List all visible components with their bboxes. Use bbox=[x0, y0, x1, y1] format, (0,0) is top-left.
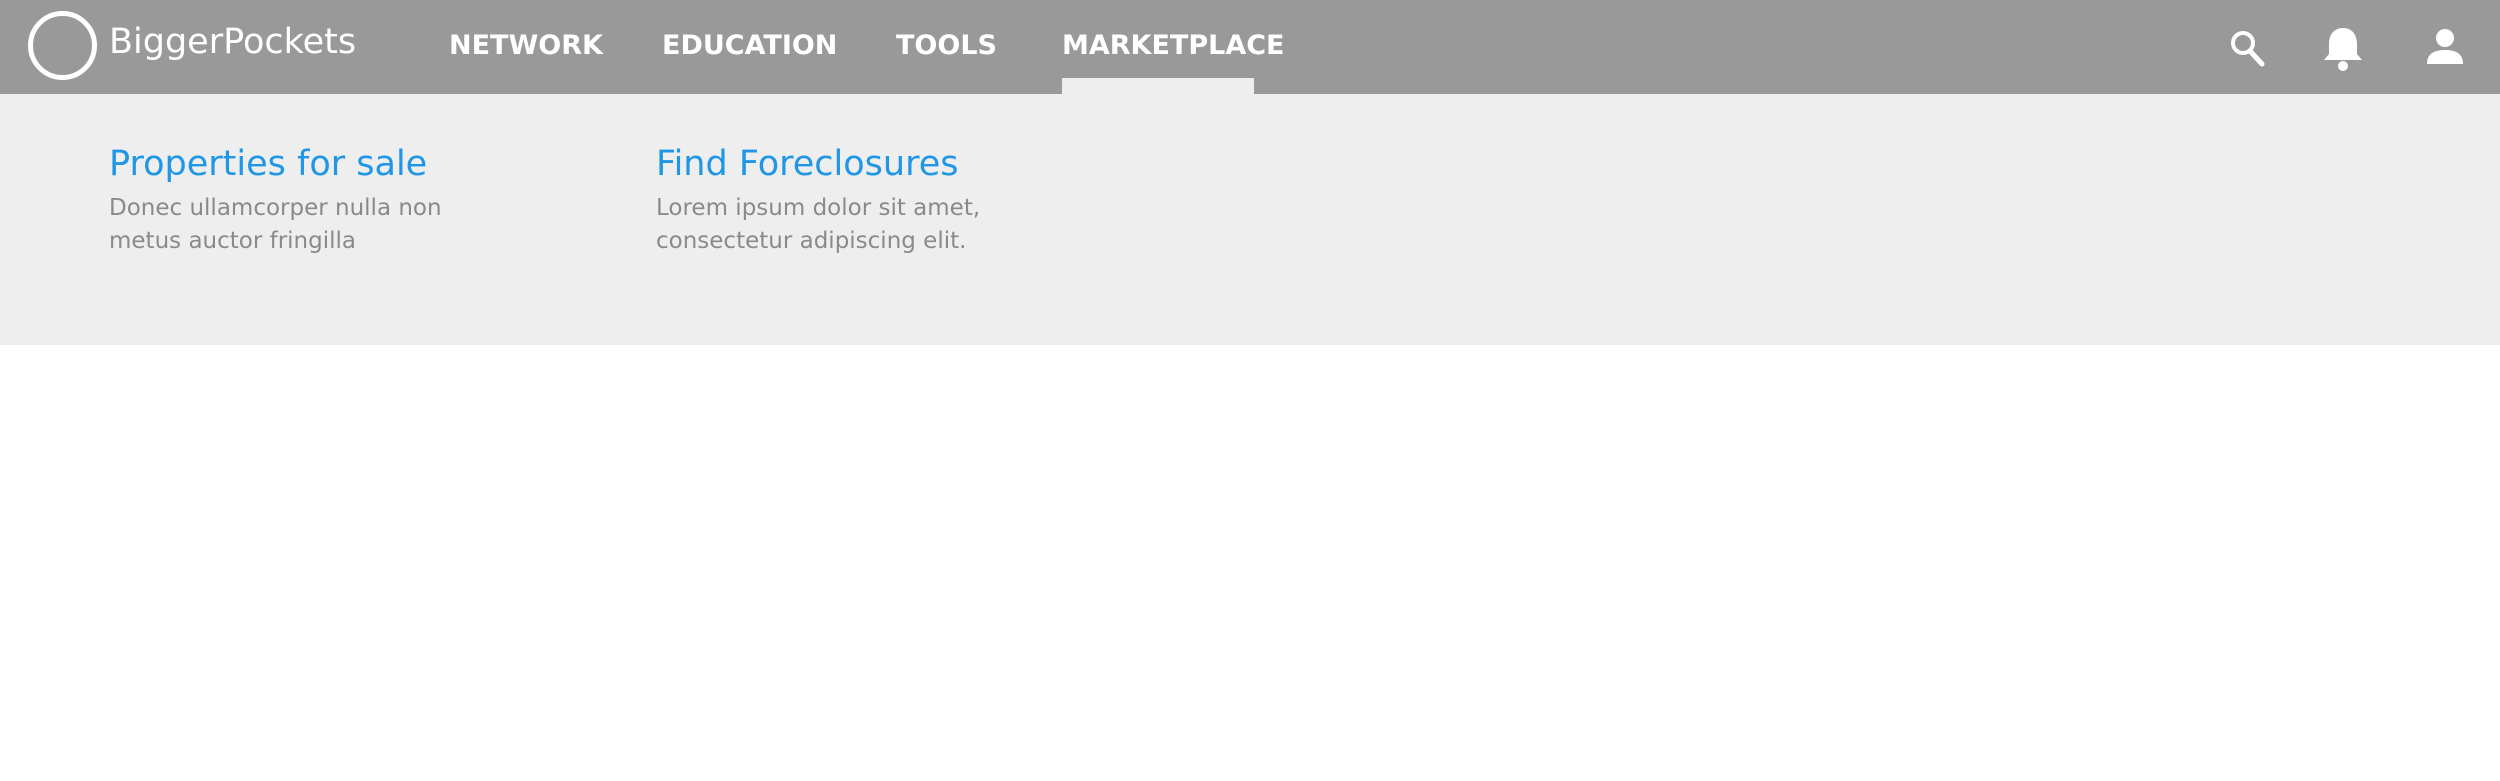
find-foreclosures-link[interactable]: Find Foreclosures bbox=[656, 142, 1076, 186]
brand-name[interactable]: BiggerPockets bbox=[109, 20, 356, 64]
active-nav-indicator bbox=[1062, 78, 1254, 94]
bell-icon[interactable] bbox=[2321, 24, 2365, 74]
nav-marketplace[interactable]: MARKETPLACE bbox=[1062, 28, 1285, 64]
description-line: Donec ullamcorper nulla non bbox=[109, 195, 442, 221]
menu-item-find-foreclosures[interactable]: Find Foreclosures Lorem ipsum dolor sit … bbox=[656, 142, 1076, 258]
properties-for-sale-description: Donec ullamcorper nulla non metus auctor… bbox=[109, 192, 529, 258]
find-foreclosures-description: Lorem ipsum dolor sit amet, consectetur … bbox=[656, 192, 1076, 258]
nav-tools[interactable]: TOOLS bbox=[896, 28, 997, 64]
search-icon[interactable] bbox=[2226, 24, 2270, 74]
description-line: metus auctor fringilla bbox=[109, 228, 357, 254]
nav-education[interactable]: EDUCATION bbox=[662, 28, 837, 64]
logo-circle-icon[interactable] bbox=[28, 11, 97, 80]
properties-for-sale-link[interactable]: Properties for sale bbox=[109, 142, 529, 186]
description-line: consectetur adipiscing elit. bbox=[656, 228, 967, 254]
menu-item-properties-for-sale[interactable]: Properties for sale Donec ullamcorper nu… bbox=[109, 142, 529, 258]
description-line: Lorem ipsum dolor sit amet, bbox=[656, 195, 981, 221]
marketplace-dropdown-menu: Properties for sale Donec ullamcorper nu… bbox=[0, 94, 2500, 345]
top-navigation-bar: BiggerPockets NETWORK EDUCATION TOOLS MA… bbox=[0, 0, 2500, 94]
nav-network[interactable]: NETWORK bbox=[449, 28, 603, 64]
user-icon[interactable] bbox=[2423, 24, 2467, 74]
